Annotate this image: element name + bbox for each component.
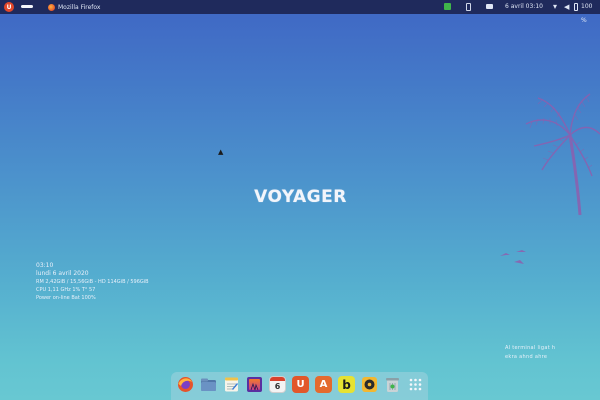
wifi-icon[interactable]: ▾ — [553, 2, 557, 12]
beaker-letter: b — [342, 377, 351, 392]
palm-tree-illustration — [525, 93, 600, 216]
top-panel: U Mozilla Firefox 6 avril 03:10 ▾ ◀ 100 … — [0, 0, 600, 24]
mail-icon[interactable] — [486, 4, 493, 9]
conky-memory: RM 2,42GiB / 15,56GiB - HD 114GiB / 596G… — [36, 279, 149, 285]
conky-power: Power on-line Bat 100% — [36, 295, 96, 301]
app-menu-letter: U — [6, 3, 12, 11]
dock-text-editor-icon[interactable] — [223, 376, 240, 393]
volume-icon[interactable]: ◀ — [564, 2, 569, 12]
workspace-indicator[interactable] — [21, 5, 33, 8]
dock-firefox-icon[interactable] — [177, 376, 194, 393]
dock-trash-icon[interactable] — [384, 376, 401, 393]
calendar-day: 6 — [274, 382, 281, 391]
desktop-quote: Al terminal ligat h ekra ahnd ahre — [505, 344, 585, 362]
conky-cpu: CPU 1,11 GHz 1% T° 57 — [36, 287, 96, 293]
birds-illustration — [500, 250, 526, 264]
dock-image-viewer-icon[interactable] — [246, 376, 263, 393]
show-applications-icon[interactable] — [407, 376, 424, 393]
window-title-label: Mozilla Firefox — [58, 3, 101, 11]
conky-date: lundi 6 avril 2020 — [36, 270, 89, 277]
battery-icon[interactable] — [574, 3, 578, 11]
dock-beaker-icon[interactable]: b — [338, 376, 355, 393]
quote-line-2: ekra ahnd ahre — [505, 354, 548, 360]
dock-rhythmbox-icon[interactable] — [361, 376, 378, 393]
dock-ubuntu-software-icon[interactable]: U — [292, 376, 309, 393]
mouse-cursor-icon: ▲ — [218, 148, 224, 156]
app-center-letter: A — [319, 379, 328, 390]
voyager-logo: VOYAGER — [254, 187, 347, 207]
firefox-icon — [48, 3, 55, 11]
tray-status-icon[interactable] — [444, 3, 451, 10]
quote-line-1: Al terminal ligat h — [505, 345, 556, 351]
app-menu-button[interactable]: U — [4, 2, 14, 12]
active-window-title[interactable]: Mozilla Firefox — [48, 0, 100, 14]
dock-calendar-icon[interactable]: 6 — [269, 376, 286, 393]
dock: 6 U A b — [171, 372, 428, 400]
dock-app-center-icon[interactable]: A — [315, 376, 332, 393]
battery-percentage[interactable]: 100 % — [581, 0, 600, 24]
clipboard-icon[interactable] — [466, 3, 471, 11]
clock[interactable]: 6 avril 03:10 — [505, 0, 543, 14]
dock-files-icon[interactable] — [200, 376, 217, 393]
conky-time: 03:10 — [36, 262, 54, 269]
ubuntu-software-letter: U — [296, 379, 305, 390]
system-info-widget: 03:10 lundi 6 avril 2020 RM 2,42GiB / 15… — [36, 262, 149, 302]
